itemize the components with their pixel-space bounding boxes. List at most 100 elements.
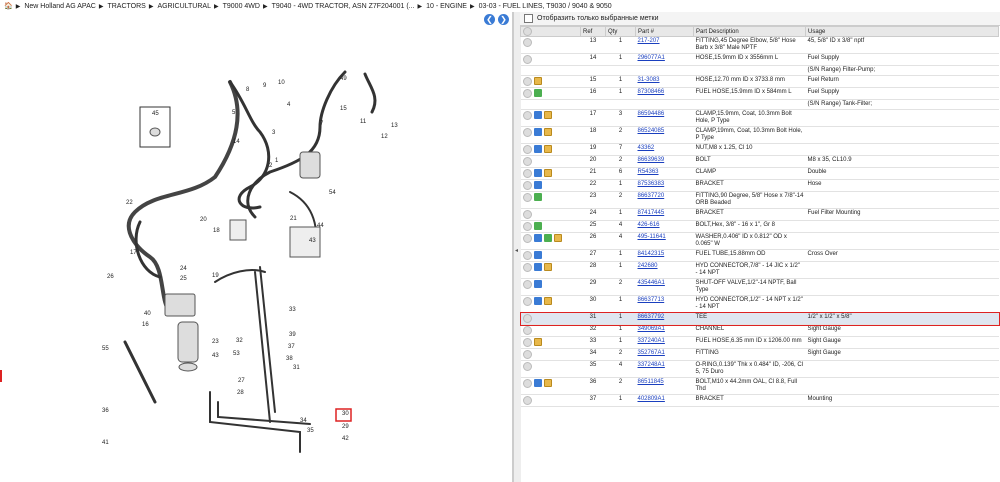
table-row[interactable]: 27 1 84142315 FUEL TUBE,15.88mm OD Cross Ove…	[520, 249, 999, 262]
swap-icon[interactable]	[533, 145, 542, 153]
part-link[interactable]: 87308466	[638, 89, 665, 95]
callout-label[interactable]: 18	[213, 228, 220, 234]
add-to-cart-icon[interactable]	[522, 280, 532, 289]
callout-label[interactable]: 11	[360, 119, 367, 125]
diagram-panel[interactable]: ❮ ❯ 45 10 9 8 5 49 15 14 4 12 13 7 11 54 2 3 1 2	[0, 12, 513, 482]
add-to-cart-icon[interactable]	[522, 326, 532, 335]
table-row[interactable]: 31 1 86637792 TEE 1/2" x 1/2" x 5/8"	[520, 311, 1000, 326]
part-link[interactable]: 402809A1	[638, 396, 665, 402]
swap-icon[interactable]	[533, 111, 542, 119]
add-to-cart-icon[interactable]	[522, 157, 532, 166]
table-row[interactable]: 30 1 86637713 HYD CONNECTOR,1/2" - 14 NPT x…	[520, 295, 999, 313]
swap-icon[interactable]	[533, 234, 542, 242]
callout-label[interactable]: 43	[309, 238, 316, 244]
package-icon[interactable]	[543, 297, 552, 305]
table-row[interactable]: (S/N Range) Tank-Filter;	[520, 99, 999, 110]
callout-label[interactable]: 41	[102, 440, 109, 446]
add-to-cart-icon[interactable]	[522, 210, 532, 219]
part-link[interactable]: 217-207	[638, 38, 660, 44]
part-link[interactable]: 337248A1	[638, 362, 665, 368]
table-row[interactable]: 36 2 86511845 BOLT,M10 x 44.2mm OAL, Cl 8.8…	[520, 377, 999, 395]
callout-label[interactable]: 15	[340, 106, 347, 112]
part-link[interactable]: 86524085	[638, 128, 665, 134]
part-link[interactable]: 86511845	[638, 379, 664, 385]
part-link[interactable]: 242680	[638, 263, 658, 269]
callout-label[interactable]: 10	[278, 80, 285, 86]
callout-label[interactable]: 4	[287, 102, 291, 108]
table-row[interactable]: 13 1 217-207 FITTING,45 Degree Elbow, 5/8" …	[520, 36, 999, 54]
table-row[interactable]: 29 2 435446A1 SHUT-OFF VALVE,1/2"-14 NPTF, …	[520, 278, 999, 296]
add-to-cart-icon[interactable]	[522, 128, 532, 137]
callout-label[interactable]: 49	[340, 76, 347, 82]
callout-label[interactable]: 40	[144, 311, 151, 317]
package-icon[interactable]	[543, 111, 552, 119]
callout-label[interactable]: 43	[212, 353, 219, 359]
part-link[interactable]: 349069A1	[638, 326, 665, 332]
add-to-cart-icon[interactable]	[522, 38, 532, 47]
add-to-cart-icon[interactable]	[522, 193, 532, 202]
swap-icon[interactable]	[533, 297, 542, 305]
part-link[interactable]: 435446A1	[638, 280, 665, 286]
part-link[interactable]: 43362	[638, 145, 655, 151]
add-to-cart-icon[interactable]	[522, 297, 532, 306]
package-icon[interactable]	[543, 145, 552, 153]
package-icon[interactable]	[533, 77, 542, 85]
table-row[interactable]: 16 1 87308466 FUEL HOSE,15.9mm ID x 584mm L…	[520, 87, 999, 100]
callout-label[interactable]: 37	[288, 344, 295, 350]
part-link[interactable]: 87536383	[638, 181, 665, 187]
table-row[interactable]: 22 1 87536383 BRACKET Hose	[520, 179, 999, 192]
callout-label[interactable]: 16	[142, 322, 149, 328]
callout-label[interactable]: 30	[342, 411, 349, 417]
callout-label[interactable]: 24	[180, 266, 187, 272]
breadcrumb-item[interactable]: 10 - ENGINE	[426, 3, 467, 10]
callout-label[interactable]: 44	[317, 223, 324, 229]
callout-label[interactable]: 38	[286, 356, 293, 362]
table-row[interactable]: 23 2 86637720 FITTING,90 Degree, 5/8" Hose …	[520, 191, 999, 209]
add-to-cart-icon[interactable]	[522, 234, 532, 243]
part-link[interactable]: 84142315	[638, 251, 665, 257]
col-desc[interactable]: Part Description	[693, 26, 806, 37]
table-row[interactable]: 17 3 86594486 CLAMP,15.9mm, Coat, 10.3mm Bo…	[520, 109, 999, 127]
table-row[interactable]: 18 2 86524085 CLAMP,19mm, Coat, 10.3mm Bolt…	[520, 126, 999, 144]
add-to-cart-icon[interactable]	[522, 77, 532, 86]
table-row[interactable]: 32 1 349069A1 CHANNEL Sight Gauge	[520, 324, 999, 337]
callout-label[interactable]: 21	[290, 216, 297, 222]
callout-label[interactable]: 33	[289, 307, 296, 313]
add-to-cart-icon[interactable]	[522, 263, 532, 272]
filter-checkbox[interactable]	[524, 14, 533, 23]
add-to-cart-icon[interactable]	[522, 89, 532, 98]
breadcrumb-item[interactable]: New Holland AG APAC	[24, 3, 95, 10]
callout-label[interactable]: 26	[107, 274, 114, 280]
col-part[interactable]: Part #	[635, 26, 694, 37]
breadcrumb-item[interactable]: TRACTORS	[107, 3, 145, 10]
callout-label[interactable]: 1	[275, 158, 279, 164]
callout-label[interactable]: 45	[152, 111, 159, 117]
splitter-arrow-icon[interactable]: ◂	[515, 247, 518, 254]
part-link[interactable]: 86637720	[638, 193, 665, 199]
arrow-icon[interactable]	[533, 222, 542, 230]
part-link[interactable]: 86637713	[638, 297, 665, 303]
swap-icon[interactable]	[533, 379, 542, 387]
part-link[interactable]: 87417445	[638, 210, 665, 216]
table-row[interactable]: 34 2 352767A1 FITTING Sight Gauge	[520, 348, 999, 361]
callout-label[interactable]: 14	[233, 139, 240, 145]
add-to-cart-icon[interactable]	[522, 222, 532, 231]
part-link[interactable]: R54363	[638, 169, 659, 175]
swap-icon[interactable]	[533, 128, 542, 136]
table-row[interactable]: 24 1 87417445 BRACKET Fuel Filter Mounting	[520, 208, 999, 221]
callout-label[interactable]: 12	[381, 134, 388, 140]
table-row[interactable]: 33 1 337240A1 FUEL HOSE,6.35 mm ID x 1206.0…	[520, 336, 999, 349]
callout-label[interactable]: 7	[320, 121, 324, 127]
part-link[interactable]: 31-3083	[638, 77, 660, 83]
callout-label[interactable]: 8	[246, 87, 250, 93]
swap-icon[interactable]	[533, 181, 542, 189]
arrow-icon[interactable]	[533, 193, 542, 201]
table-row[interactable]: 26 4 495-11641 WASHER,0.406" ID x 0.812" OD…	[520, 232, 999, 250]
part-link[interactable]: 86639639	[638, 157, 665, 163]
add-to-cart-icon[interactable]	[522, 362, 532, 371]
part-link[interactable]: 86594486	[638, 111, 665, 117]
col-qty[interactable]: Qty	[605, 26, 636, 37]
part-link[interactable]: 337240A1	[638, 338, 665, 344]
callout-label[interactable]: 35	[307, 428, 314, 434]
callout-label[interactable]: 54	[329, 190, 336, 196]
